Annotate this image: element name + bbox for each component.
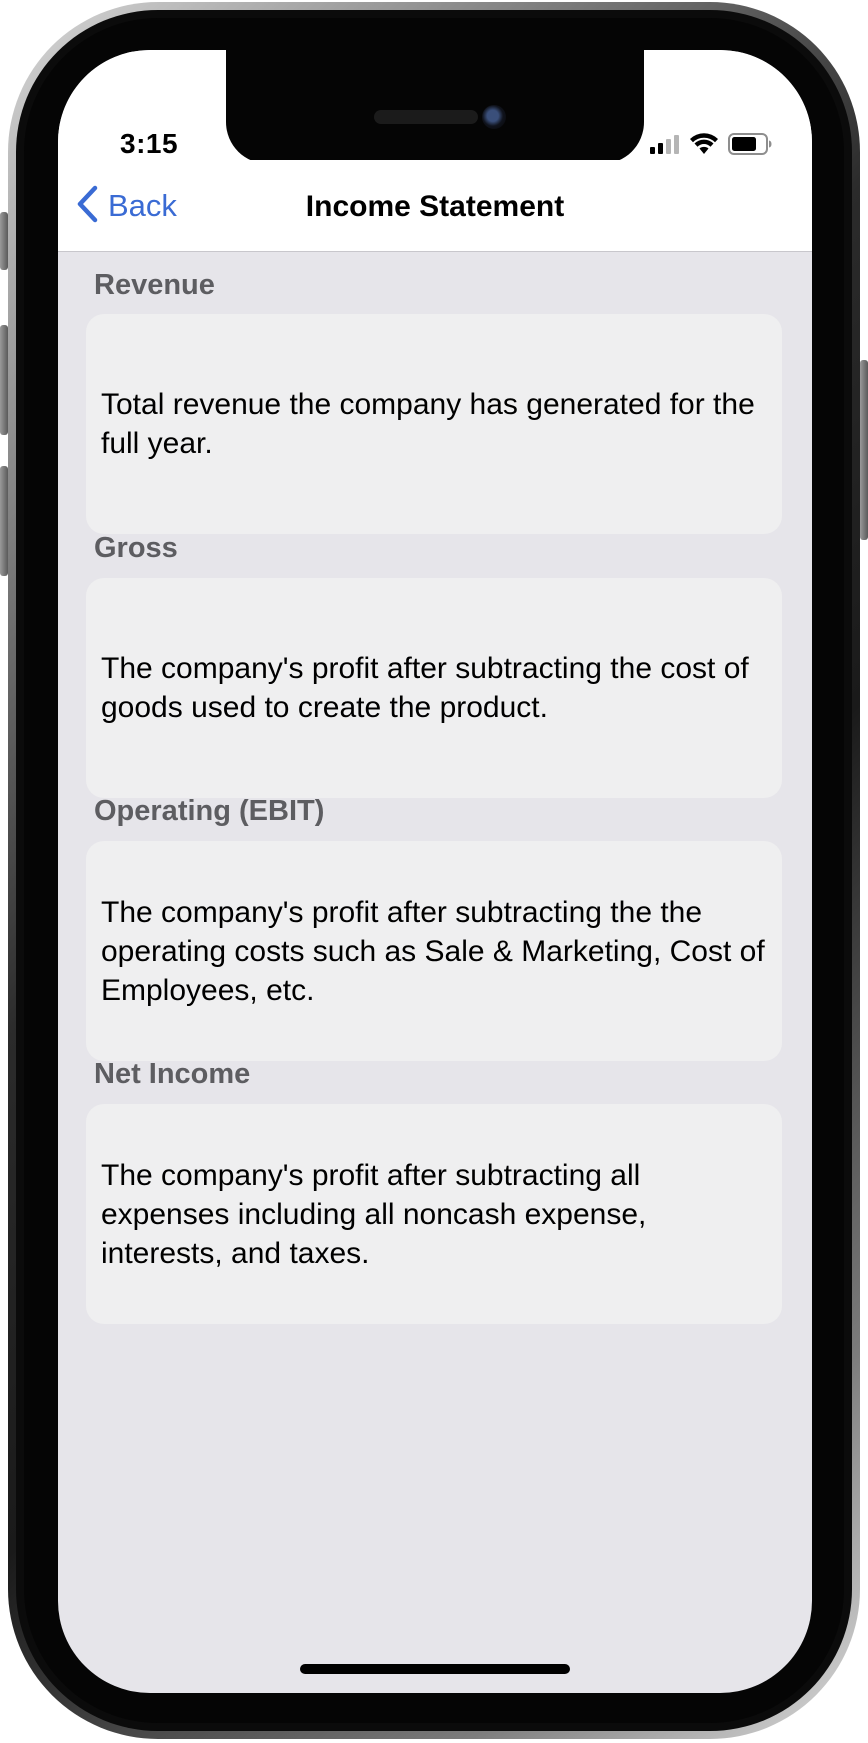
status-bar: 3:15: [58, 50, 812, 164]
front-camera: [482, 105, 506, 129]
notch: [226, 50, 644, 164]
section-description: The company's profit after subtracting a…: [101, 1158, 647, 1270]
section-header-net-income: Net Income: [94, 1058, 251, 1090]
wifi-icon: [690, 132, 718, 160]
battery-icon: [728, 132, 772, 160]
power-button: [860, 360, 868, 540]
status-icons: [650, 132, 772, 160]
section-description: Total revenue the company has generated …: [101, 388, 755, 460]
section-header-gross: Gross: [94, 532, 178, 564]
navigation-bar: Back Income Statement: [58, 160, 812, 252]
section-description: The company's profit after subtracting t…: [101, 895, 765, 1007]
cellular-signal-icon: [650, 134, 680, 159]
phone-device: 3:15 Back Income Statement Revenue Total…: [0, 0, 868, 1743]
section-card-gross: The company's profit after subtracting t…: [86, 578, 782, 798]
section-card-net-income: The company's profit after subtracting a…: [86, 1104, 782, 1324]
screen: 3:15 Back Income Statement Revenue Total…: [58, 50, 812, 1693]
status-time: 3:15: [120, 128, 179, 159]
section-header-operating: Operating (EBIT): [94, 795, 325, 827]
volume-up-button: [0, 325, 8, 435]
volume-down-button: [0, 466, 8, 576]
home-indicator[interactable]: [300, 1664, 570, 1674]
speaker-grille: [374, 110, 478, 124]
section-description: The company's profit after subtracting t…: [101, 652, 749, 724]
section-card-operating: The company's profit after subtracting t…: [86, 841, 782, 1061]
mute-switch: [0, 212, 8, 270]
section-header-revenue: Revenue: [94, 269, 215, 301]
section-card-revenue: Total revenue the company has generated …: [86, 314, 782, 534]
page-title: Income Statement: [305, 190, 565, 223]
